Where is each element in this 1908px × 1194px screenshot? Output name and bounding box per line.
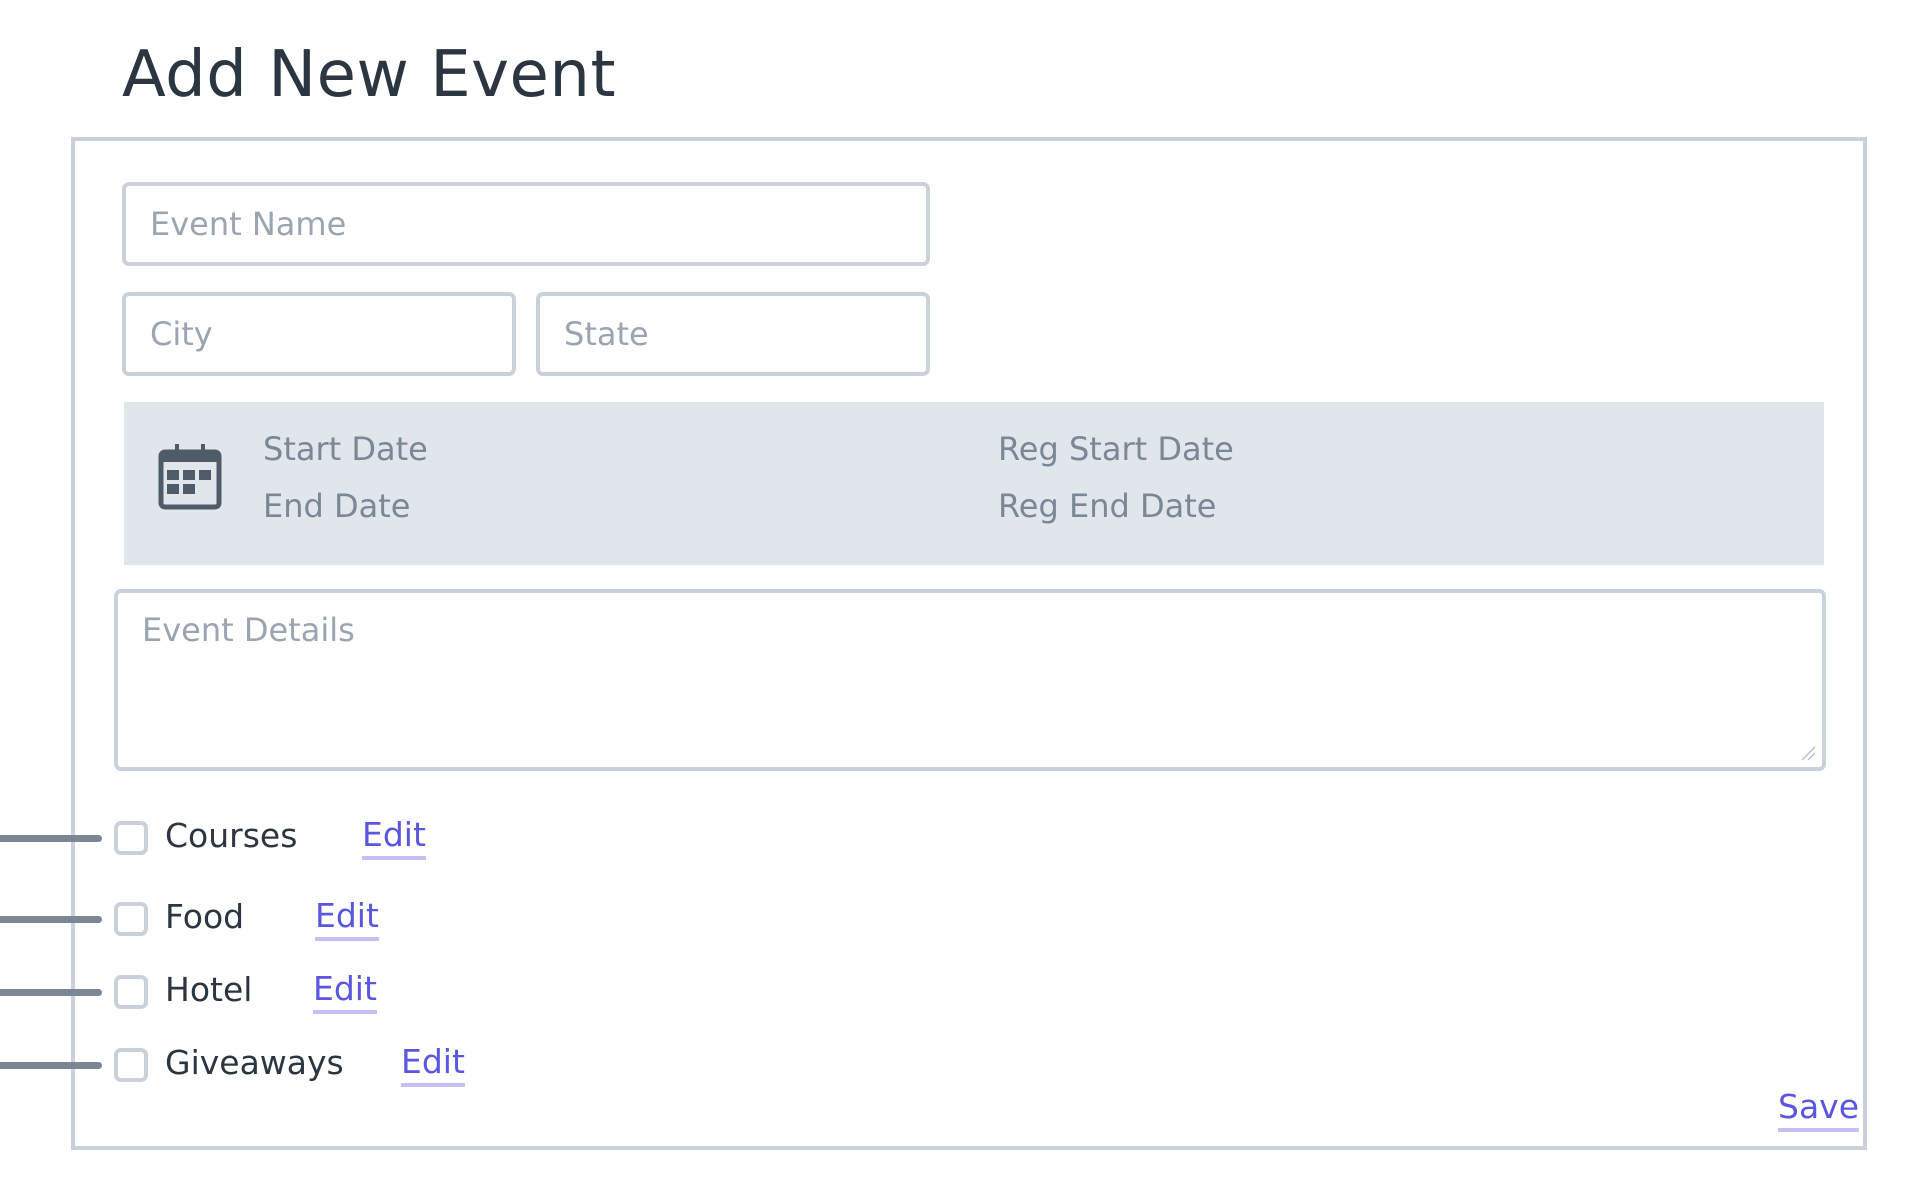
food-checkbox[interactable]: [114, 902, 148, 936]
giveaways-checkbox[interactable]: [114, 1048, 148, 1082]
reg-end-date-field[interactable]: Reg End Date: [998, 487, 1216, 525]
start-date-field[interactable]: Start Date: [263, 430, 428, 468]
city-field[interactable]: [122, 292, 516, 376]
hotel-label: Hotel: [165, 970, 253, 1009]
event-details-field[interactable]: [114, 589, 1826, 771]
save-button[interactable]: Save: [1778, 1088, 1860, 1132]
hotel-checkbox[interactable]: [114, 975, 148, 1009]
date-panel: Start Date End Date Reg Start Date Reg E…: [124, 402, 1824, 565]
food-label: Food: [165, 897, 245, 936]
giveaways-edit-link[interactable]: Edit: [401, 1043, 465, 1087]
connector-line: [0, 835, 102, 842]
page-title: Add New Event: [122, 38, 617, 112]
event-details-textarea[interactable]: [118, 593, 1822, 767]
courses-checkbox[interactable]: [114, 821, 148, 855]
state-field[interactable]: [536, 292, 930, 376]
courses-label: Courses: [165, 816, 298, 855]
courses-edit-link[interactable]: Edit: [362, 816, 426, 860]
event-name-input[interactable]: [126, 186, 926, 262]
resize-handle-icon[interactable]: [1800, 745, 1816, 761]
food-edit-link[interactable]: Edit: [315, 897, 379, 941]
event-name-field[interactable]: [122, 182, 930, 266]
hotel-edit-link[interactable]: Edit: [313, 970, 377, 1014]
connector-line: [0, 1062, 102, 1069]
end-date-field[interactable]: End Date: [263, 487, 410, 525]
connector-line: [0, 916, 102, 923]
connector-line: [0, 989, 102, 996]
reg-start-date-field[interactable]: Reg Start Date: [998, 430, 1234, 468]
city-input[interactable]: [126, 296, 512, 372]
state-input[interactable]: [540, 296, 926, 372]
calendar-icon: [158, 444, 222, 510]
giveaways-label: Giveaways: [165, 1043, 344, 1082]
